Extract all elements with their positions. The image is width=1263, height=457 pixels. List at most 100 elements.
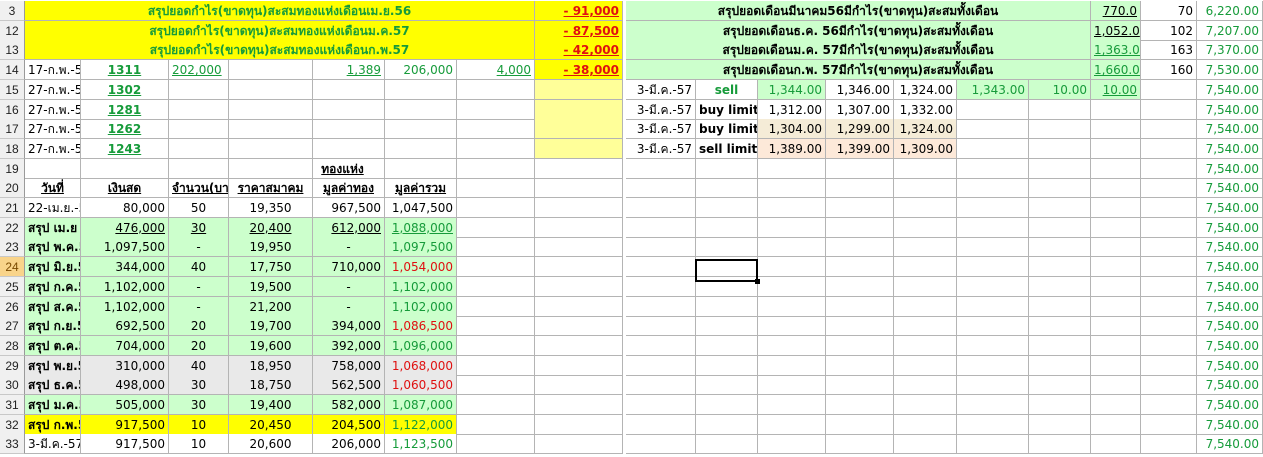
balance-cell[interactable]: 7,540.00 <box>1197 138 1263 159</box>
empty-cell[interactable] <box>826 335 894 356</box>
empty-cell[interactable] <box>626 178 696 199</box>
table-price[interactable]: 20,600 <box>229 434 313 455</box>
empty-cell[interactable] <box>535 79 623 100</box>
empty-cell[interactable] <box>1091 119 1141 140</box>
empty-cell[interactable] <box>957 99 1029 120</box>
empty-cell[interactable] <box>758 355 826 376</box>
empty-cell[interactable] <box>894 395 957 415</box>
empty-cell[interactable] <box>1029 355 1091 376</box>
empty-cell[interactable] <box>758 316 826 337</box>
table-cash[interactable]: 1,102,000 <box>81 296 169 317</box>
empty-cell[interactable] <box>894 296 957 317</box>
row-header[interactable]: 21 <box>0 198 25 218</box>
balance-cell[interactable]: 7,540.00 <box>1197 296 1263 317</box>
empty-cell[interactable] <box>457 198 535 218</box>
table-gold[interactable]: - <box>313 276 385 297</box>
empty-cell[interactable] <box>758 257 826 278</box>
order-profit[interactable]: 10.00 <box>1029 79 1091 100</box>
balance-cell[interactable]: 7,540.00 <box>1197 395 1263 415</box>
diff-cell[interactable]: 4,000 <box>457 60 535 81</box>
empty-cell[interactable] <box>1141 178 1197 199</box>
summary-right-v3[interactable]: 7,370.00 <box>1197 40 1263 61</box>
empty-cell[interactable] <box>957 198 1029 218</box>
row-header[interactable]: 25 <box>0 276 25 297</box>
empty-cell[interactable] <box>894 375 957 396</box>
balance-cell[interactable]: 7,540.00 <box>1197 79 1263 100</box>
empty-cell[interactable] <box>1029 217 1091 238</box>
summary-label[interactable]: สรุปยอดกำไร(ขาดทุน)สะสมทองแห่งเดือนม.ค.5… <box>25 20 535 41</box>
order-total[interactable]: 10.00 <box>1091 79 1141 100</box>
header-date[interactable]: วันที่ <box>25 178 81 199</box>
empty-cell[interactable] <box>1141 237 1197 258</box>
empty-cell[interactable] <box>626 296 696 317</box>
empty-cell[interactable] <box>626 316 696 337</box>
table-gold[interactable]: 392,000 <box>313 335 385 356</box>
table-date[interactable]: สรุป พ.ย.56 <box>25 355 81 376</box>
empty-cell[interactable] <box>1029 276 1091 297</box>
order-close[interactable]: 1,343.00 <box>957 79 1029 100</box>
empty-cell[interactable] <box>535 335 623 356</box>
row-header[interactable]: 15 <box>0 79 25 100</box>
empty-cell[interactable] <box>169 99 229 120</box>
row-header[interactable]: 17 <box>0 119 25 140</box>
empty-cell[interactable] <box>457 335 535 356</box>
empty-cell[interactable] <box>957 355 1029 376</box>
empty-cell[interactable] <box>826 217 894 238</box>
table-total[interactable]: 1,060,500 <box>385 375 457 396</box>
price-link[interactable]: 1311 <box>81 60 169 81</box>
summary-right-label[interactable]: สรุปยอดเดือนมีนาคม56มีกำไร(ขาดทุน)สะสมทั… <box>626 1 1091 21</box>
order-date[interactable]: 3-มี.ค.-57 <box>626 79 696 100</box>
table-date[interactable]: สรุป มิ.ย.56 <box>25 257 81 278</box>
empty-cell[interactable] <box>894 335 957 356</box>
row-header[interactable]: 13 <box>0 40 25 61</box>
empty-cell[interactable] <box>957 316 1029 337</box>
row-header[interactable]: 33 <box>0 434 25 455</box>
empty-cell[interactable] <box>1029 138 1091 159</box>
table-price[interactable]: 19,700 <box>229 316 313 337</box>
empty-cell[interactable] <box>696 335 758 356</box>
empty-cell[interactable] <box>535 158 623 179</box>
empty-cell[interactable] <box>313 138 385 159</box>
empty-cell[interactable] <box>1029 335 1091 356</box>
empty-cell[interactable] <box>535 237 623 258</box>
table-cash[interactable]: 704,000 <box>81 335 169 356</box>
empty-cell[interactable] <box>457 217 535 238</box>
gold-cell[interactable]: 1,389 <box>313 60 385 81</box>
empty-cell[interactable] <box>758 198 826 218</box>
empty-cell[interactable] <box>626 355 696 376</box>
empty-cell[interactable] <box>457 158 535 179</box>
table-cash[interactable]: 1,097,500 <box>81 237 169 258</box>
empty-cell[interactable] <box>696 237 758 258</box>
table-cash[interactable]: 80,000 <box>81 198 169 218</box>
table-price[interactable]: 18,750 <box>229 375 313 396</box>
order-tp[interactable]: 1,324.00 <box>894 79 957 100</box>
empty-cell[interactable] <box>1141 119 1197 140</box>
table-total[interactable]: 1,068,000 <box>385 355 457 376</box>
order-type[interactable]: buy limit <box>696 119 758 140</box>
empty-cell[interactable] <box>1029 198 1091 218</box>
empty-cell[interactable] <box>457 414 535 435</box>
empty-cell[interactable] <box>826 355 894 376</box>
empty-cell[interactable] <box>535 178 623 199</box>
empty-cell[interactable] <box>894 316 957 337</box>
empty-cell[interactable] <box>826 276 894 297</box>
empty-cell[interactable] <box>313 119 385 140</box>
summary-right-v2[interactable]: 163 <box>1141 40 1197 61</box>
summary-right-v1[interactable]: 770.0 <box>1091 1 1141 21</box>
empty-cell[interactable] <box>457 355 535 376</box>
empty-cell[interactable] <box>1141 414 1197 435</box>
empty-cell[interactable] <box>457 138 535 159</box>
summary-right-label[interactable]: สรุปยอดเดือนม.ค. 57มีกำไร(ขาดทุน)สะสมทั้… <box>626 40 1091 61</box>
empty-cell[interactable] <box>1141 198 1197 218</box>
empty-cell[interactable] <box>313 99 385 120</box>
table-date[interactable]: สรุป ต.ค.56 <box>25 335 81 356</box>
table-cash[interactable]: 505,000 <box>81 395 169 415</box>
empty-cell[interactable] <box>1091 99 1141 120</box>
table-cash[interactable]: 476,000 <box>81 217 169 238</box>
summary-value[interactable]: - 42,000 <box>535 40 623 61</box>
balance-cell[interactable]: 7,540.00 <box>1197 257 1263 278</box>
empty-cell[interactable] <box>1091 414 1141 435</box>
empty-cell[interactable] <box>826 237 894 258</box>
empty-cell[interactable] <box>169 119 229 140</box>
balance-cell[interactable]: 7,540.00 <box>1197 198 1263 218</box>
